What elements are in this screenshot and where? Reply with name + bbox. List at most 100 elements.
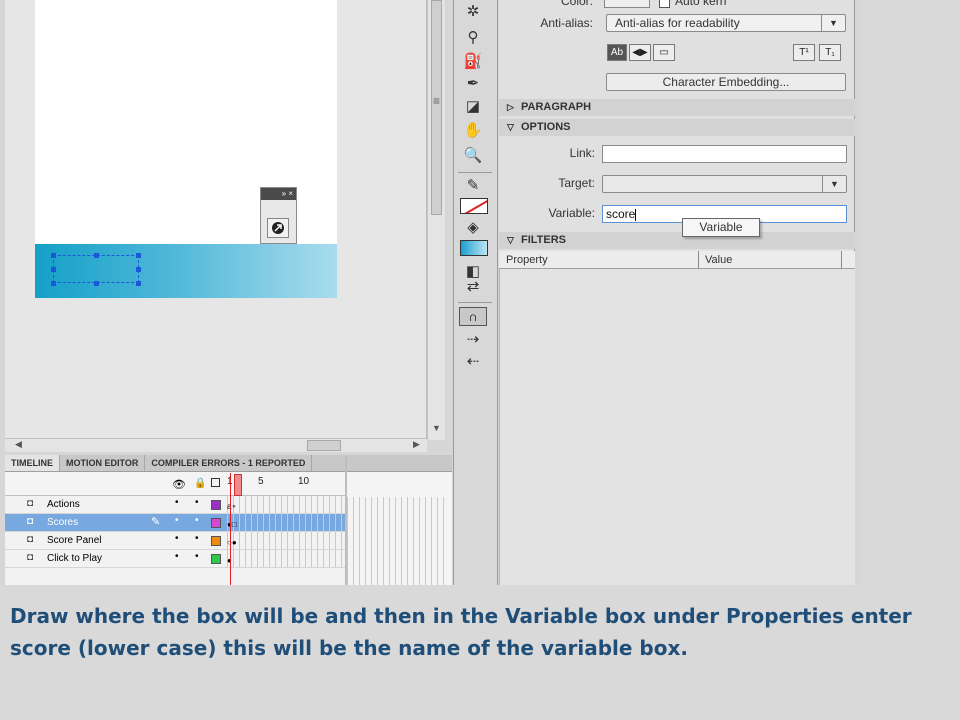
stroke-color-swatch[interactable] bbox=[460, 198, 488, 214]
lock-icon[interactable]: 🔒 bbox=[194, 478, 206, 489]
selection-handle[interactable] bbox=[51, 267, 56, 272]
scroll-down-arrow-icon[interactable]: ▼ bbox=[432, 423, 441, 433]
column-header-property[interactable]: Property bbox=[506, 254, 548, 266]
layer-icon: ◘ bbox=[27, 534, 34, 545]
filters-section-title: FILTERS bbox=[521, 234, 567, 246]
stroke-color-pencil-icon[interactable]: ✎ bbox=[460, 176, 486, 196]
layer-icon: ◘ bbox=[27, 498, 34, 509]
auto-kern-checkbox[interactable] bbox=[659, 0, 670, 8]
filters-section-header[interactable]: ▽ FILTERS bbox=[499, 232, 855, 249]
layer-color-swatch[interactable] bbox=[211, 500, 221, 510]
stage-canvas[interactable] bbox=[35, 0, 337, 298]
show-border-button[interactable]: ▭ bbox=[653, 44, 675, 61]
variable-textbox-selection[interactable] bbox=[53, 255, 139, 283]
visibility-dot[interactable]: • bbox=[175, 515, 179, 526]
frame-grid[interactable] bbox=[347, 497, 447, 585]
color-label: Color: bbox=[560, 0, 593, 8]
layer-color-swatch[interactable] bbox=[211, 536, 221, 546]
snap-to-objects-icon[interactable]: ∩ bbox=[459, 307, 487, 326]
superscript-button[interactable]: T¹ bbox=[793, 44, 815, 61]
frame-cells[interactable]: ●□ bbox=[227, 514, 343, 531]
layer-name: Scores bbox=[47, 517, 79, 528]
stage-vertical-scrollbar[interactable] bbox=[427, 0, 445, 440]
straighten-icon[interactable]: ⇠ bbox=[460, 352, 486, 372]
eyedropper-icon[interactable]: ✒ bbox=[460, 74, 486, 94]
arrow-circle-icon bbox=[272, 222, 284, 234]
swap-colors-icon[interactable]: ⇄ bbox=[460, 277, 486, 297]
layer-color-swatch[interactable] bbox=[211, 518, 221, 528]
selection-handle[interactable] bbox=[51, 281, 56, 286]
lock-dot[interactable]: • bbox=[195, 515, 199, 526]
antialias-value: Anti-alias for readability bbox=[615, 16, 740, 30]
selection-handle[interactable] bbox=[136, 253, 141, 258]
auto-kern-label: Auto kern bbox=[675, 0, 727, 8]
frame-cells[interactable]: ○● bbox=[227, 532, 343, 549]
color-swatch[interactable] bbox=[604, 0, 650, 8]
frame-number: 5 bbox=[258, 476, 264, 487]
frame-number: 10 bbox=[298, 476, 310, 487]
layer-name: Click to Play bbox=[47, 553, 103, 564]
visibility-dot[interactable]: • bbox=[175, 497, 179, 508]
tab-motion-editor[interactable]: MOTION EDITOR bbox=[60, 455, 146, 471]
scroll-thumb[interactable] bbox=[307, 440, 341, 451]
mini-panel-button[interactable] bbox=[267, 218, 289, 238]
selection-handle[interactable] bbox=[51, 253, 56, 258]
frame-cells[interactable]: ● bbox=[227, 550, 343, 567]
options-section-header[interactable]: ▽ OPTIONS bbox=[499, 119, 855, 136]
subscript-button[interactable]: T₁ bbox=[819, 44, 841, 61]
selection-handle[interactable] bbox=[136, 267, 141, 272]
pencil-icon: ✎ bbox=[151, 516, 161, 528]
paint-bucket-icon[interactable]: ⛽ bbox=[460, 52, 486, 72]
lock-dot[interactable]: • bbox=[195, 551, 199, 562]
visibility-dot[interactable]: • bbox=[175, 533, 179, 544]
deco-tool-icon[interactable]: ✲ bbox=[460, 2, 486, 22]
tools-panel: ✲ ⚲ ⛽ ✒ ◪ ✋ 🔍 ✎ ◈ ◧ ⇄ ∩ ⇢ ⇠ bbox=[453, 0, 498, 585]
lock-dot[interactable]: • bbox=[195, 533, 199, 544]
chevron-down-icon: ▼ bbox=[822, 176, 846, 192]
target-dropdown[interactable]: ▼ bbox=[602, 175, 847, 193]
tab-compiler-errors[interactable]: COMPILER ERRORS - 1 REPORTED bbox=[145, 455, 313, 471]
flash-ide-screenshot: » × ≡ ▼ ◀ ▶ TIMELINE MOTION EDITOR COMPI… bbox=[0, 0, 860, 585]
selectable-text-button[interactable]: Ab bbox=[607, 44, 627, 61]
floating-mini-panel: » × bbox=[260, 187, 297, 244]
render-html-button[interactable]: ◀▶ bbox=[629, 44, 651, 61]
visibility-dot[interactable]: • bbox=[175, 551, 179, 562]
target-label: Target: bbox=[558, 176, 595, 190]
divider bbox=[458, 172, 492, 173]
column-header-value[interactable]: Value bbox=[705, 254, 732, 266]
divider bbox=[458, 302, 492, 303]
stage-horizontal-scrollbar[interactable]: ◀ ▶ bbox=[5, 438, 427, 452]
fill-color-swatch[interactable] bbox=[460, 240, 488, 256]
fill-color-bucket-icon[interactable]: ◈ bbox=[460, 218, 486, 238]
paragraph-section-header[interactable]: ▷ PARAGRAPH bbox=[499, 99, 855, 116]
lock-dot[interactable]: • bbox=[195, 497, 199, 508]
tab-timeline[interactable]: TIMELINE bbox=[5, 455, 60, 471]
layer-name: Score Panel bbox=[47, 535, 102, 546]
smooth-icon[interactable]: ⇢ bbox=[460, 330, 486, 350]
chevron-down-icon: ▽ bbox=[507, 122, 514, 132]
column-divider bbox=[841, 251, 842, 269]
chevron-down-icon: ▽ bbox=[507, 235, 514, 245]
antialias-dropdown[interactable]: Anti-alias for readability ▼ bbox=[606, 14, 846, 32]
scroll-left-arrow-icon[interactable]: ◀ bbox=[15, 439, 22, 450]
scroll-right-arrow-icon[interactable]: ▶ bbox=[413, 439, 420, 450]
character-embedding-button[interactable]: Character Embedding... bbox=[606, 73, 846, 91]
stage-area: » × bbox=[5, 0, 427, 440]
eraser-icon[interactable]: ◪ bbox=[460, 97, 486, 117]
selection-handle[interactable] bbox=[94, 281, 99, 286]
mini-panel-header[interactable]: » × bbox=[261, 188, 296, 200]
selection-handle[interactable] bbox=[94, 253, 99, 258]
selection-handle[interactable] bbox=[136, 281, 141, 286]
zoom-tool-icon[interactable]: 🔍 bbox=[460, 146, 486, 166]
filters-table-body[interactable] bbox=[499, 269, 855, 585]
layer-name: Actions bbox=[47, 499, 80, 510]
chevron-down-icon: ▼ bbox=[821, 15, 845, 31]
link-field[interactable] bbox=[602, 145, 847, 163]
hand-tool-icon[interactable]: ✋ bbox=[460, 121, 486, 141]
frame-cells[interactable]: a∘ bbox=[227, 496, 343, 513]
bone-tool-icon[interactable]: ⚲ bbox=[460, 28, 486, 48]
layer-icon: ◘ bbox=[27, 552, 34, 563]
layer-color-swatch[interactable] bbox=[211, 554, 221, 564]
eye-icon[interactable]: 👁 bbox=[172, 478, 186, 491]
outline-icon[interactable] bbox=[211, 478, 220, 487]
